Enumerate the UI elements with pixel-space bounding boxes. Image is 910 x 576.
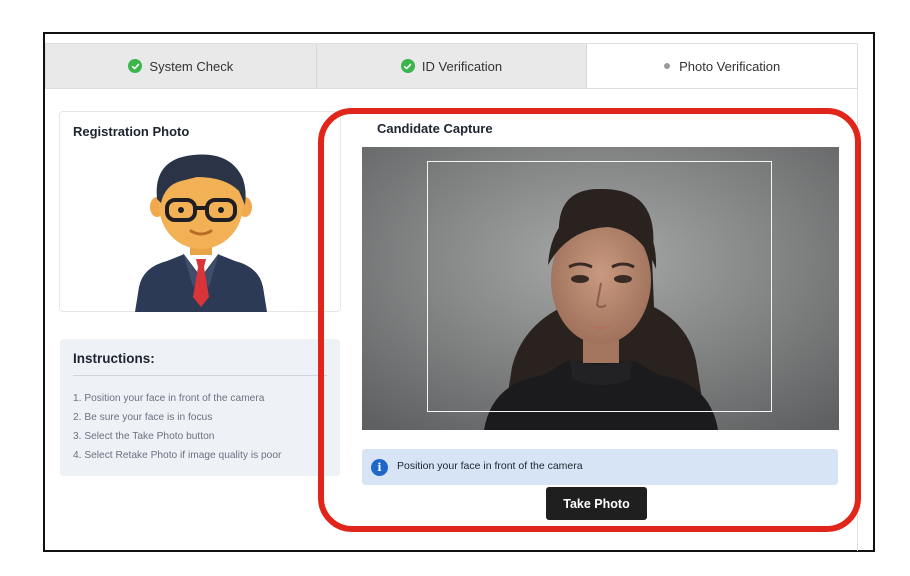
dot-icon (664, 63, 671, 69)
tab-label: System Check (149, 58, 234, 74)
tab-system-check[interactable]: System Check (46, 44, 317, 88)
instruction-item: 4. Select Retake Photo if image quality … (73, 450, 282, 461)
face-guide-frame (427, 161, 772, 412)
step-tabs: System Check ID Verification Photo Verif… (45, 43, 858, 89)
registration-photo-card: Registration Photo (59, 111, 341, 312)
check-circle-icon (400, 59, 415, 73)
instruction-item: 1. Position your face in front of the ca… (73, 393, 265, 404)
tab-photo-verification[interactable]: Photo Verification (587, 44, 858, 88)
candidate-capture-title: Candidate Capture (377, 121, 493, 136)
instructions-title: Instructions: (73, 351, 155, 366)
tab-label: Photo Verification (679, 58, 781, 74)
info-message-text: Position your face in front of the camer… (397, 460, 583, 472)
tab-id-verification[interactable]: ID Verification (316, 44, 588, 88)
instructions-panel: Instructions: 1. Position your face in f… (60, 339, 340, 476)
instruction-item: 2. Be sure your face is in focus (73, 412, 213, 423)
registration-photo-title: Registration Photo (73, 124, 190, 139)
instructions-list: 1. Position your face in front of the ca… (73, 389, 281, 465)
info-message: i Position your face in front of the cam… (362, 449, 838, 485)
take-photo-button[interactable]: Take Photo (546, 487, 647, 520)
tab-label: ID Verification (421, 58, 503, 74)
info-icon: i (371, 459, 388, 476)
person-avatar-illustration (135, 154, 267, 312)
divider (73, 375, 327, 376)
instruction-item: 3. Select the Take Photo button (73, 431, 215, 442)
panel-divider (857, 89, 858, 551)
check-circle-icon (128, 59, 143, 73)
